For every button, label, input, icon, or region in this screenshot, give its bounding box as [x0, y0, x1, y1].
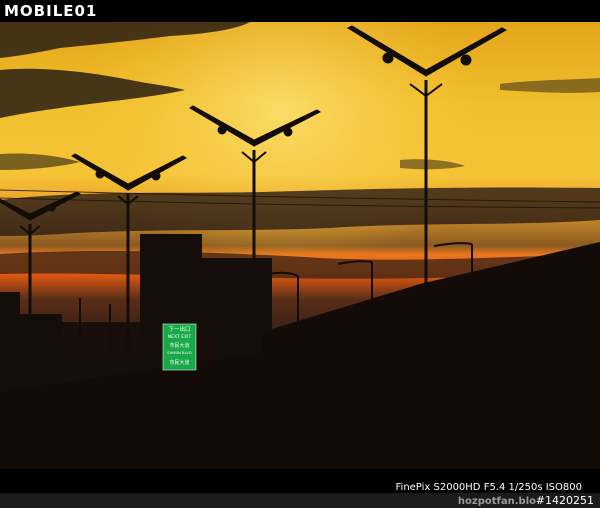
sign-line-4: SHIMIN BLVD — [167, 350, 192, 355]
sign-line-2: NEXT EXIT — [168, 334, 192, 340]
site-logo[interactable]: MOBILE01 — [4, 2, 97, 20]
photo-canvas: 下一出口 NEXT EXIT 市民大道 SHIMIN BLVD 市民大道 — [0, 22, 600, 469]
sign-line-5: 市民大道 — [169, 359, 189, 366]
exif-info: FinePix S2000HD F5.4 1/250s ISO800 — [395, 482, 582, 493]
blog-watermark[interactable]: hozpotfan.blo — [458, 496, 536, 507]
highway-exit-sign: 下一出口 NEXT EXIT 市民大道 SHIMIN BLVD 市民大道 — [162, 323, 197, 371]
header-bar: MOBILE01 — [0, 0, 600, 22]
photo-frame: MOBILE01 下一出口 NEXT EXIT 市民大道 SHIMIN BLVD… — [0, 0, 600, 508]
sunset-photo: 下一出口 NEXT EXIT 市民大道 SHIMIN BLVD 市民大道 — [0, 22, 600, 469]
sign-line-3: 市民大道 — [169, 342, 189, 349]
logo-text: MOBILE01 — [4, 2, 98, 20]
sign-line-1: 下一出口 — [168, 325, 190, 333]
photo-id: #1420251 — [535, 494, 594, 507]
